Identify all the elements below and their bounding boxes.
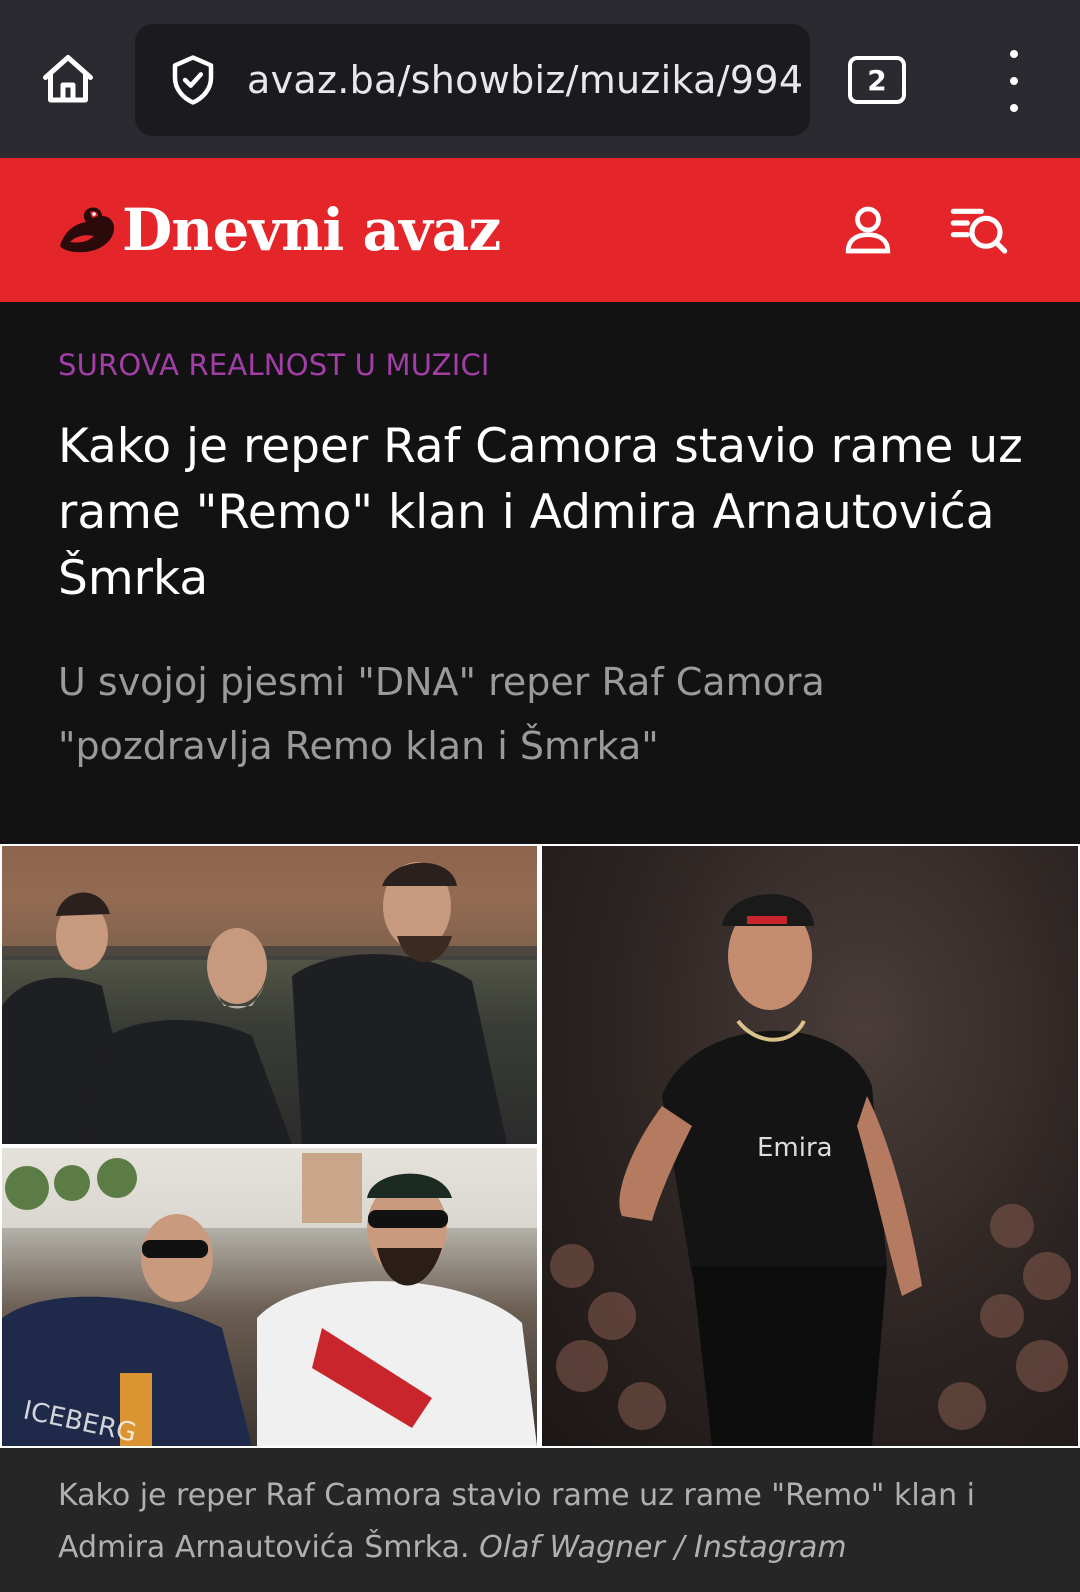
home-icon [43,55,93,103]
address-bar[interactable]: avaz.ba/showbiz/muzika/994 [135,24,810,136]
photo-remo-clan [2,846,537,1144]
caption-text: Kako je reper Raf Camora stavio rame uz … [58,1470,1018,1574]
article-kicker[interactable]: SUROVA REALNOST U MUZICI [58,348,490,382]
article-headline: Kako je reper Raf Camora stavio rame uz … [58,419,1023,606]
shield-check-icon[interactable] [161,48,225,112]
more-vertical-icon[interactable] [990,50,1038,112]
image-caption: Kako je reper Raf Camora stavio rame uz … [0,1448,1080,1592]
site-logo[interactable]: Dnevni avaz [56,196,501,264]
tab-switcher-button[interactable]: 2 [848,56,906,104]
svg-text:Emira: Emira [757,1133,833,1163]
photo-smrk: ICEBERG [2,1148,537,1446]
url-text[interactable]: avaz.ba/showbiz/muzika/994 [247,58,803,102]
logo-text: Dnevni avaz [122,196,501,264]
caption-credit: Olaf Wagner / Instagram [479,1530,847,1565]
user-icon[interactable] [840,202,896,258]
article-lead: U svojoj pjesmi "DNA" reper Raf Camora "… [58,660,825,768]
home-button[interactable] [36,48,100,112]
logo-bird-icon [60,207,114,253]
search-menu-icon[interactable] [948,202,1010,258]
article-image[interactable]: ICEBERG Emira [0,844,1080,1448]
photo-raf-camora: Emira [542,846,1078,1446]
browser-toolbar: avaz.ba/showbiz/muzika/994 2 [0,0,1080,158]
site-header: Dnevni avaz [0,158,1080,302]
